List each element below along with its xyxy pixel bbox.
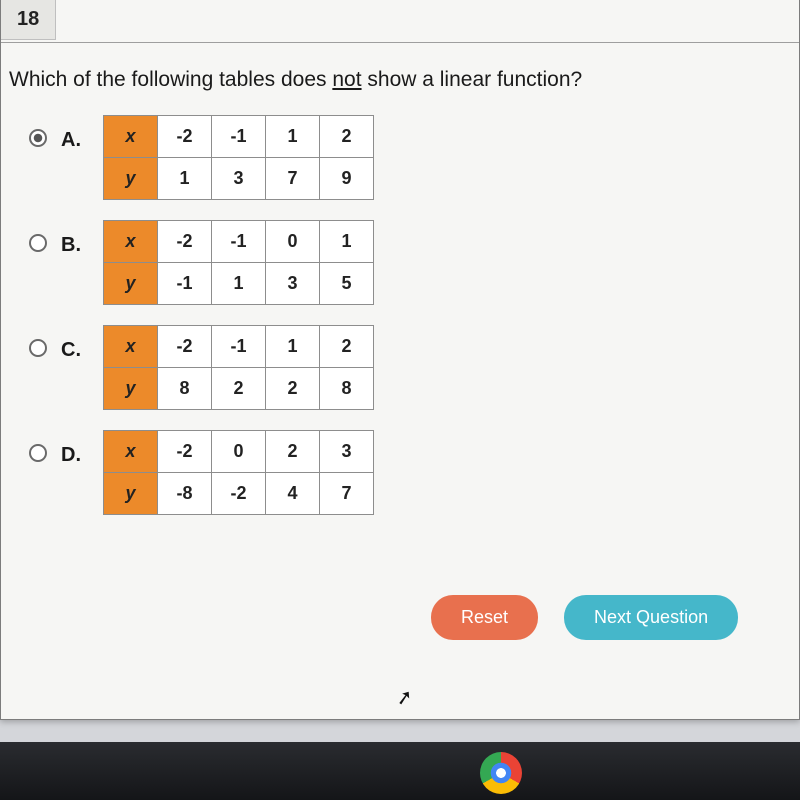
choice-letter: A. <box>61 129 87 152</box>
chrome-icon[interactable] <box>480 752 522 794</box>
radio-a[interactable] <box>29 129 47 147</box>
cell: -2 <box>158 116 212 158</box>
cell: -1 <box>212 326 266 368</box>
cell: -2 <box>212 473 266 515</box>
cell: 1 <box>212 263 266 305</box>
cell: -1 <box>158 263 212 305</box>
cell: 7 <box>266 158 320 200</box>
cell: 1 <box>320 221 374 263</box>
question-text: Which of the following tables does not s… <box>9 68 582 92</box>
cell: 2 <box>212 368 266 410</box>
question-not: not <box>332 68 361 91</box>
data-table: x-2-101y-1135 <box>103 220 374 305</box>
choice-letter: D. <box>61 444 87 467</box>
cell: 1 <box>266 116 320 158</box>
choice-b[interactable]: B.x-2-101y-1135 <box>29 220 374 305</box>
radio-d[interactable] <box>29 444 47 462</box>
row-header: y <box>104 158 158 200</box>
radio-b[interactable] <box>29 234 47 252</box>
question-pre: Which of the following tables does <box>9 68 332 91</box>
cell: -8 <box>158 473 212 515</box>
cell: 3 <box>320 431 374 473</box>
cell: 2 <box>320 326 374 368</box>
radio-c[interactable] <box>29 339 47 357</box>
data-table: x-2023y-8-247 <box>103 430 374 515</box>
cell: 0 <box>212 431 266 473</box>
choice-letter: C. <box>61 339 87 362</box>
divider <box>1 42 799 43</box>
next-question-button[interactable]: Next Question <box>564 595 738 640</box>
cell: -1 <box>212 221 266 263</box>
cell: 8 <box>158 368 212 410</box>
row-header: y <box>104 473 158 515</box>
reset-button[interactable]: Reset <box>431 595 538 640</box>
choice-a[interactable]: A.x-2-112y1379 <box>29 115 374 200</box>
choice-d[interactable]: D.x-2023y-8-247 <box>29 430 374 515</box>
data-table: x-2-112y1379 <box>103 115 374 200</box>
cell: 2 <box>320 116 374 158</box>
cell: 5 <box>320 263 374 305</box>
row-header: y <box>104 368 158 410</box>
cell: -1 <box>212 116 266 158</box>
quiz-screen: 18 Which of the following tables does no… <box>0 0 800 720</box>
question-number: 18 <box>17 8 39 30</box>
question-number-tab: 18 <box>1 0 56 40</box>
cell: 1 <box>266 326 320 368</box>
cell: 0 <box>266 221 320 263</box>
cell: -2 <box>158 431 212 473</box>
row-header: x <box>104 116 158 158</box>
cell: 2 <box>266 368 320 410</box>
action-buttons: Reset Next Question <box>431 595 738 640</box>
row-header: x <box>104 431 158 473</box>
cell: -2 <box>158 221 212 263</box>
cell: 3 <box>212 158 266 200</box>
row-header: y <box>104 263 158 305</box>
cursor-icon: ➚ <box>394 684 415 712</box>
cell: -2 <box>158 326 212 368</box>
cell: 9 <box>320 158 374 200</box>
taskbar <box>0 742 800 800</box>
choices-list: A.x-2-112y1379B.x-2-101y-1135C.x-2-112y8… <box>29 115 374 535</box>
cell: 2 <box>266 431 320 473</box>
data-table: x-2-112y8228 <box>103 325 374 410</box>
cell: 4 <box>266 473 320 515</box>
cell: 1 <box>158 158 212 200</box>
question-post: show a linear function? <box>362 68 583 91</box>
cell: 7 <box>320 473 374 515</box>
row-header: x <box>104 326 158 368</box>
cell: 3 <box>266 263 320 305</box>
cell: 8 <box>320 368 374 410</box>
row-header: x <box>104 221 158 263</box>
choice-c[interactable]: C.x-2-112y8228 <box>29 325 374 410</box>
choice-letter: B. <box>61 234 87 257</box>
